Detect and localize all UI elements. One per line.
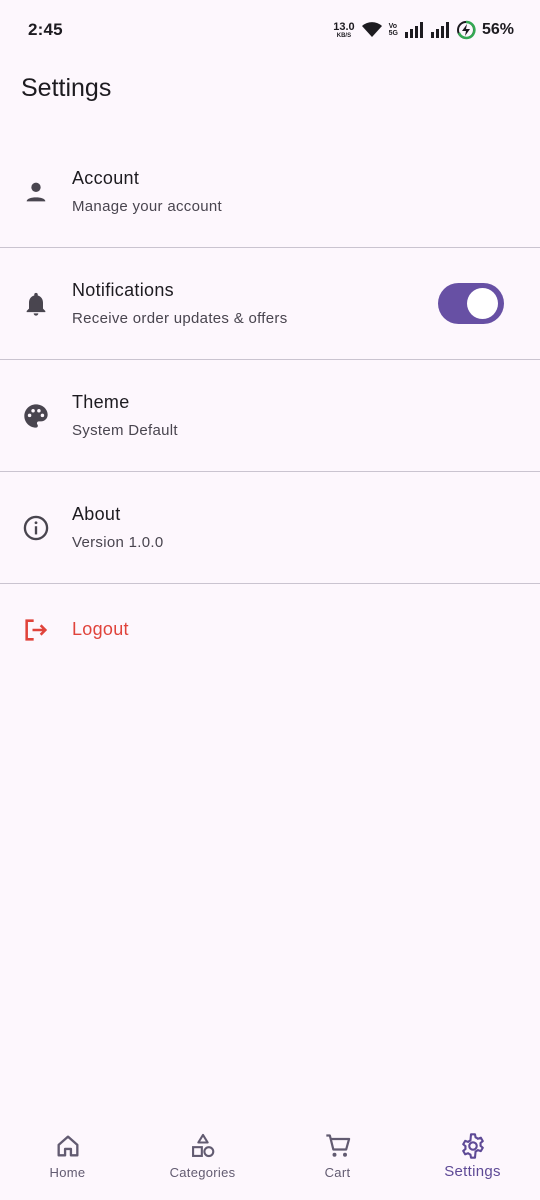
volte-indicator: Vo 5G xyxy=(389,23,398,37)
net-speed: 13.0 KB/S xyxy=(333,20,355,39)
nav-label: Categories xyxy=(169,1165,236,1180)
settings-item-account[interactable]: Account Manage your account xyxy=(0,136,540,248)
status-icons: 13.0 KB/S Vo 5G 56% xyxy=(333,20,514,40)
volte-top: Vo xyxy=(388,23,398,30)
bell-icon xyxy=(26,292,46,316)
nav-item-categories[interactable]: Categories xyxy=(135,1120,270,1200)
palette-icon xyxy=(24,404,48,428)
status-bar: 2:45 13.0 KB/S Vo 5G 56% xyxy=(0,0,540,60)
settings-item-notifications[interactable]: Notifications Receive order updates & of… xyxy=(0,248,540,360)
settings-item-title: Theme xyxy=(72,392,130,412)
settings-list: Account Manage your account Notification… xyxy=(0,136,540,584)
categories-icon xyxy=(191,1133,214,1158)
settings-item-title: Account xyxy=(72,168,140,188)
nav-item-settings[interactable]: Settings xyxy=(405,1120,540,1200)
volte-bottom: 5G xyxy=(388,30,398,37)
nav-label: Settings xyxy=(444,1163,501,1180)
bottom-navigation: Home Categories Cart Settings xyxy=(0,1120,540,1200)
settings-item-subtitle: Version 1.0.0 xyxy=(72,534,164,551)
page-title: Settings xyxy=(21,74,112,102)
nav-label: Home xyxy=(49,1165,86,1180)
home-icon xyxy=(57,1135,79,1157)
nav-label: Cart xyxy=(324,1165,351,1180)
logout-icon xyxy=(25,619,48,641)
settings-item-theme[interactable]: Theme System Default xyxy=(0,360,540,472)
settings-item-subtitle: Manage your account xyxy=(72,198,222,215)
net-speed-value: 13.0 xyxy=(333,20,355,33)
toggle-knob xyxy=(467,288,498,319)
settings-item-title: About xyxy=(72,504,121,524)
settings-screen: 2:45 13.0 KB/S Vo 5G 56% Settings Accoun… xyxy=(0,0,540,1200)
settings-item-title: Notifications xyxy=(72,280,174,300)
cart-icon xyxy=(325,1134,350,1157)
nav-item-cart[interactable]: Cart xyxy=(270,1120,405,1200)
status-time: 2:45 xyxy=(28,20,63,39)
logout-button[interactable]: Logout xyxy=(0,584,540,676)
settings-item-subtitle: Receive order updates & offers xyxy=(72,310,288,327)
settings-item-about[interactable]: About Version 1.0.0 xyxy=(0,472,540,584)
nav-item-home[interactable]: Home xyxy=(0,1120,135,1200)
person-icon xyxy=(26,182,46,202)
notifications-toggle[interactable] xyxy=(438,283,504,324)
logout-label: Logout xyxy=(72,619,129,639)
net-speed-unit: KB/S xyxy=(336,32,352,39)
signal-icon xyxy=(430,22,449,38)
settings-item-subtitle: System Default xyxy=(72,422,178,439)
wifi-icon xyxy=(361,22,382,37)
signal-icon xyxy=(404,22,423,38)
settings-gear-icon xyxy=(461,1133,484,1159)
battery-charging-icon xyxy=(456,20,476,40)
battery-percent: 56% xyxy=(481,21,514,38)
info-icon xyxy=(23,515,49,541)
